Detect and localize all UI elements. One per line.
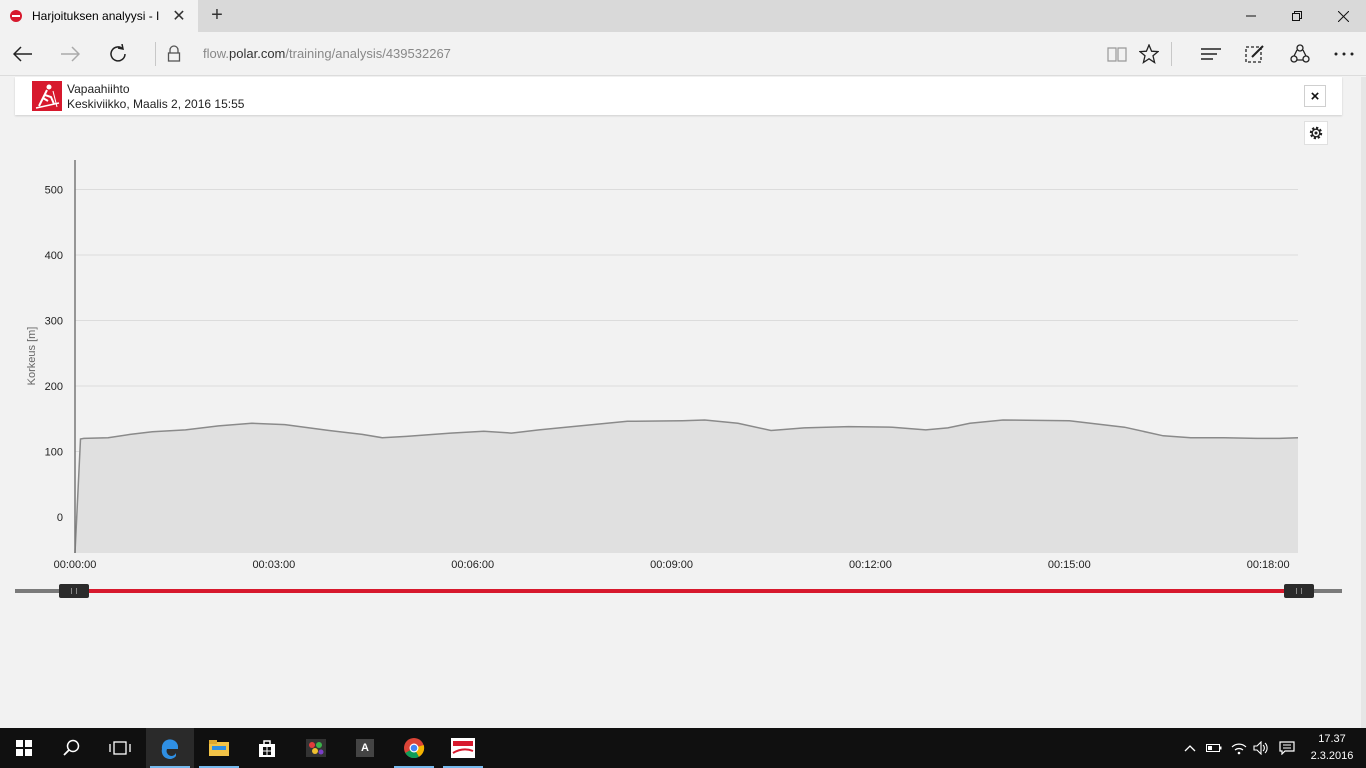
action-center-icon[interactable] (1276, 728, 1298, 768)
share-icon[interactable] (1285, 40, 1315, 68)
x-tick-label: 00:09:00 (650, 559, 693, 571)
forward-arrow-icon[interactable] (55, 40, 85, 68)
polar-flowsync-icon[interactable] (439, 728, 487, 768)
polar-favicon-icon (10, 10, 22, 22)
x-tick-label: 00:06:00 (451, 559, 494, 571)
range-start-handle[interactable] (59, 584, 89, 598)
store-icon[interactable] (243, 728, 291, 768)
back-arrow-icon[interactable] (8, 40, 38, 68)
restore-button[interactable] (1274, 0, 1320, 32)
browser-tab[interactable]: Harjoituksen analyysi - I ✕ (0, 0, 198, 32)
file-explorer-icon[interactable] (195, 728, 243, 768)
close-analysis-button[interactable]: × (1304, 85, 1326, 107)
clock-date: 2.3.2016 (1310, 750, 1354, 762)
url-path: /training/analysis/439532267 (285, 46, 451, 61)
system-clock[interactable]: 17.37 2.3.2016 (1306, 731, 1358, 765)
cross-country-skiing-icon (32, 81, 62, 111)
y-axis-label: Korkeus [m] (26, 327, 38, 386)
wifi-icon[interactable] (1228, 728, 1250, 768)
address-bar: flow.polar.com/training/analysis/4395322… (0, 32, 1366, 76)
url-host: polar.com (229, 46, 286, 61)
divider (1171, 42, 1172, 66)
edge-icon[interactable] (146, 728, 194, 768)
close-window-button[interactable] (1320, 0, 1366, 32)
url-prefix: flow. (203, 46, 230, 61)
hub-icon[interactable] (1196, 40, 1226, 68)
sport-name: Vapaahiihto (67, 82, 130, 96)
x-tick-label: 00:12:00 (849, 559, 892, 571)
tab-title: Harjoituksen analyysi - I (32, 9, 160, 23)
battery-icon[interactable] (1204, 728, 1224, 768)
y-tick-label: 400 (45, 250, 63, 262)
star-icon[interactable] (1134, 40, 1164, 68)
divider (155, 42, 156, 66)
x-tick-label: 00:00:00 (54, 559, 97, 571)
session-datetime: Keskiviikko, Maalis 2, 2016 15:55 (67, 97, 245, 111)
y-tick-label: 100 (45, 446, 63, 458)
x-tick-label: 00:03:00 (252, 559, 295, 571)
y-tick-labels: 0 100 200 300 400 500 (45, 184, 63, 523)
volume-icon[interactable] (1251, 728, 1271, 768)
task-view-icon[interactable] (96, 728, 144, 768)
y-tick-label: 0 (57, 512, 63, 524)
book-icon[interactable] (1102, 40, 1132, 68)
x-tick-label: 00:15:00 (1048, 559, 1091, 571)
clock-time: 17.37 (1318, 733, 1346, 745)
altitude-chart[interactable]: 0 100 200 300 400 500 00:00:00 00:03:00 00:06:0… (0, 140, 1366, 580)
minimize-button[interactable] (1228, 0, 1274, 32)
refresh-icon[interactable] (103, 40, 133, 68)
training-header: Vapaahiihto Keskiviikko, Maalis 2, 2016 … (15, 77, 1342, 115)
tab-close-icon[interactable]: ✕ (170, 6, 188, 26)
font-app-letter: A (356, 739, 374, 757)
pen-icon[interactable] (1240, 40, 1270, 68)
altitude-area (75, 420, 1298, 553)
gear-icon (1309, 126, 1323, 140)
paint-icon[interactable] (292, 728, 340, 768)
x-tick-label: 00:18:00 (1247, 559, 1290, 571)
y-tick-label: 300 (45, 315, 63, 327)
new-tab-button[interactable]: + (205, 4, 229, 28)
range-slider-selection (74, 589, 1299, 593)
lock-icon[interactable] (166, 45, 182, 63)
start-icon[interactable] (0, 728, 48, 768)
ellipsis-icon[interactable] (1329, 40, 1359, 68)
range-end-handle[interactable] (1284, 584, 1314, 598)
x-tick-labels: 00:00:00 00:03:00 00:06:00 00:09:00 00:12:00… (54, 559, 1290, 571)
chevron-up-icon[interactable] (1180, 728, 1200, 768)
chrome-icon[interactable] (390, 728, 438, 768)
taskbar: A 17.37 2.3.2016 (0, 728, 1366, 768)
font-app-icon[interactable]: A (341, 728, 389, 768)
page-scrollbar[interactable] (1361, 77, 1366, 728)
url-field[interactable]: flow.polar.com/training/analysis/4395322… (203, 46, 451, 61)
y-tick-label: 200 (45, 381, 63, 393)
y-tick-label: 500 (45, 184, 63, 196)
title-bar: Harjoituksen analyysi - I ✕ + (0, 0, 1366, 32)
search-icon[interactable] (48, 728, 96, 768)
